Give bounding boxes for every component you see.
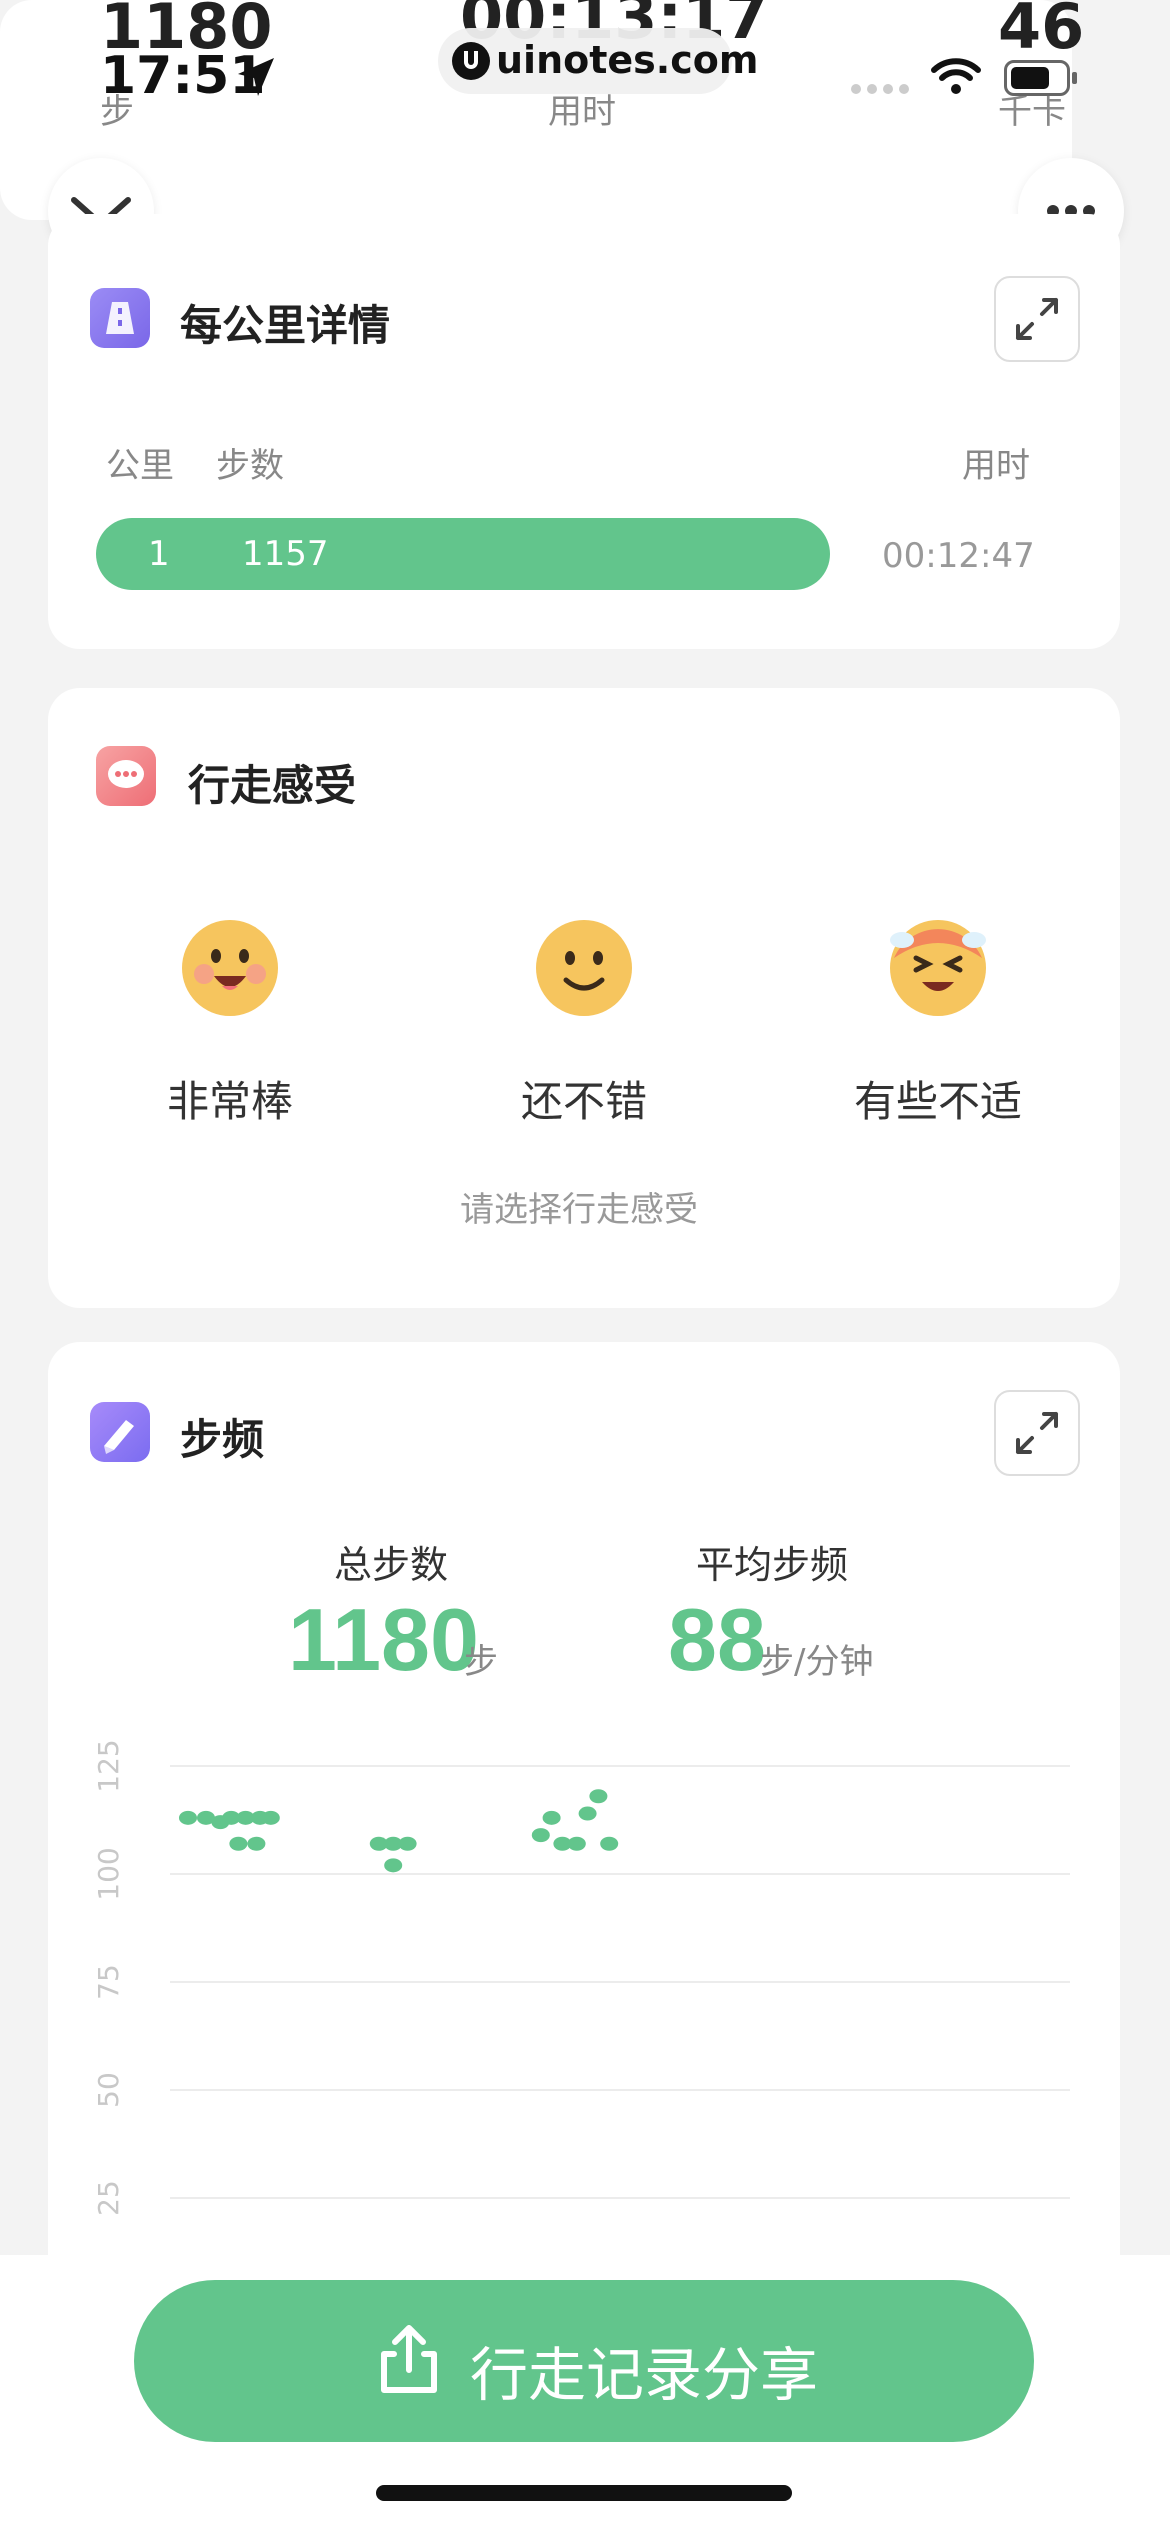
chart-y-tick-label: 50 xyxy=(92,2072,125,2108)
km-col-header: 公里 xyxy=(106,446,174,486)
chart-point xyxy=(261,1810,280,1825)
shoe-icon xyxy=(90,1402,150,1462)
chat-bubble-icon xyxy=(96,746,156,806)
chart-y-tick-label: 100 xyxy=(92,1847,125,1900)
avg-cadence-unit: 步/分钟 xyxy=(760,1642,874,1682)
total-steps-label: 总步数 xyxy=(334,1543,449,1587)
avg-cadence-label: 平均步频 xyxy=(696,1543,849,1587)
feeling-label-uncomfortable: 有些不适 xyxy=(853,1077,1022,1126)
feeling-option-great[interactable]: 非常棒 xyxy=(100,918,360,1158)
chart-point xyxy=(600,1836,619,1851)
location-arrow-icon xyxy=(238,58,274,96)
km-details-title: 每公里详情 xyxy=(180,301,391,350)
uinotes-logo-icon xyxy=(452,42,490,80)
km-row-time: 00:12:47 xyxy=(882,536,1035,576)
chart-point xyxy=(578,1806,597,1821)
summary-calories-value: 46 xyxy=(998,0,1085,63)
steps-col-header: 步数 xyxy=(216,446,284,486)
happy-face-icon xyxy=(182,920,278,1016)
walk-feeling-title: 行走感受 xyxy=(188,761,357,810)
chart-point xyxy=(384,1858,403,1873)
chart-y-tick-label: 75 xyxy=(92,1964,125,2000)
chart-point xyxy=(398,1836,417,1851)
total-steps-unit: 步 xyxy=(464,1642,498,1682)
expand-icon xyxy=(1016,1412,1058,1454)
smile-face-icon xyxy=(536,920,632,1016)
time-col-header: 用时 xyxy=(962,446,1030,486)
chart-point xyxy=(542,1810,561,1825)
chart-point xyxy=(567,1836,586,1851)
km-row-steps: 1157 xyxy=(242,534,329,574)
share-button-label: 行走记录分享 xyxy=(470,2341,819,2409)
avg-cadence-value: 88 xyxy=(668,1590,766,1689)
chart-point xyxy=(229,1836,248,1851)
total-steps-value: 1180 xyxy=(288,1590,479,1689)
feeling-label-great: 非常棒 xyxy=(166,1077,293,1126)
feeling-option-uncomfortable[interactable]: 有些不适 xyxy=(808,918,1068,1158)
feeling-label-good: 还不错 xyxy=(520,1077,647,1126)
km-row-km: 1 xyxy=(148,534,170,574)
walk-feeling-hint: 请选择行走感受 xyxy=(460,1190,698,1230)
expand-icon xyxy=(1016,298,1058,340)
km-details-expand-button[interactable] xyxy=(994,276,1080,362)
chart-y-tick-label: 25 xyxy=(92,2180,125,2216)
km-row-bar: 1 1157 xyxy=(96,518,830,590)
battery-icon xyxy=(1004,60,1077,96)
chart-y-tick-label: 125 xyxy=(92,1739,125,1792)
feeling-option-good[interactable]: 还不错 xyxy=(454,918,714,1158)
wifi-icon xyxy=(931,58,981,94)
share-icon xyxy=(381,2325,437,2393)
cadence-expand-button[interactable] xyxy=(994,1390,1080,1476)
cadence-chart: 125 100 75 50 25 xyxy=(92,1739,1070,2216)
url-text: uinotes.com xyxy=(496,38,759,82)
home-indicator xyxy=(376,2485,792,2501)
road-icon xyxy=(90,288,150,348)
chart-point xyxy=(531,1828,550,1843)
chart-point xyxy=(589,1789,608,1804)
signal-dots-icon xyxy=(851,84,909,94)
tired-face-icon xyxy=(890,920,986,1016)
chart-point xyxy=(179,1810,197,1825)
chart-point xyxy=(247,1836,266,1851)
cadence-title: 步频 xyxy=(180,1415,265,1464)
